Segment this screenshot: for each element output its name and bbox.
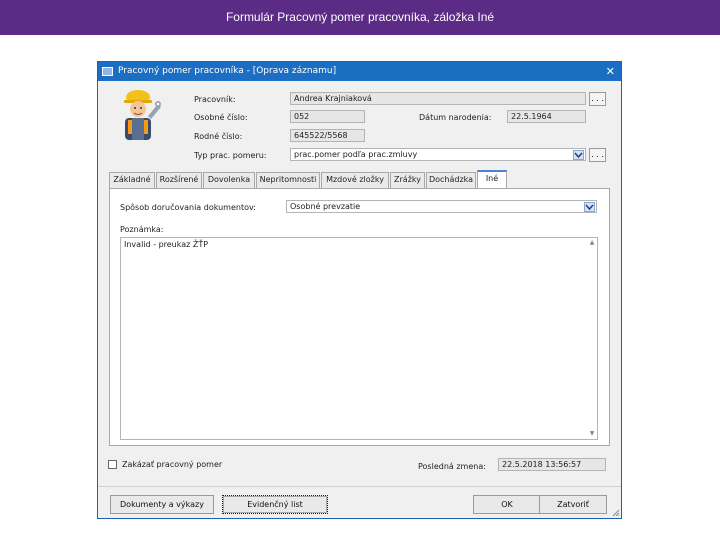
window-titlebar[interactable]: Pracovný pomer pracovníka - [Oprava zázn… bbox=[98, 62, 621, 81]
poznamka-textarea[interactable]: Invalid - preukaz ŽŤP ▲ ▼ bbox=[120, 237, 598, 440]
close-icon[interactable]: ✕ bbox=[606, 62, 615, 81]
tab-nepritomnosti[interactable]: Nepritomnosti bbox=[256, 172, 320, 188]
poznamka-label: Poznámka: bbox=[120, 225, 164, 234]
window-app-icon bbox=[102, 67, 113, 76]
scroll-down-icon[interactable]: ▼ bbox=[588, 430, 596, 438]
tab-dovolenka[interactable]: Dovolenka bbox=[203, 172, 255, 188]
osobne-cislo-label: Osobné číslo: bbox=[194, 113, 248, 122]
zatvorit-button[interactable]: Zatvoriť bbox=[539, 495, 607, 514]
sposob-dorucovania-value: Osobné prevzatie bbox=[290, 202, 361, 211]
posledna-zmena-label: Posledná zmena: bbox=[418, 462, 486, 471]
tab-rozsirene[interactable]: Rozšírené bbox=[156, 172, 202, 188]
evidencny-list-button[interactable]: Evidenčný list bbox=[222, 495, 328, 514]
datum-narodenia-field[interactable]: 22.5.1964 bbox=[507, 110, 586, 123]
worker-icon bbox=[124, 90, 161, 140]
posledna-zmena-field: 22.5.2018 13:56:57 bbox=[498, 458, 606, 471]
dropdown-arrow-icon[interactable] bbox=[573, 150, 584, 160]
tab-ine[interactable]: Iné bbox=[477, 170, 507, 188]
typ-prac-pomeru-dropdown[interactable]: prac.pomer podľa prac.zmluvy bbox=[290, 148, 586, 161]
zakazat-label: Zakázať pracovný pomer bbox=[122, 460, 223, 469]
pracovnik-label: Pracovník: bbox=[194, 95, 236, 104]
typ-prac-pomeru-browse-button[interactable]: . . . bbox=[589, 148, 606, 162]
osobne-cislo-field[interactable]: 052 bbox=[290, 110, 365, 123]
pracovnik-field[interactable]: Andrea Krajniaková bbox=[290, 92, 586, 105]
pracovnik-browse-button[interactable]: . . . bbox=[589, 92, 606, 106]
scroll-up-icon[interactable]: ▲ bbox=[588, 239, 596, 247]
window-title: Pracovný pomer pracovníka - [Oprava zázn… bbox=[118, 66, 337, 76]
tab-zakladne[interactable]: Základné bbox=[109, 172, 155, 188]
tab-zrazky[interactable]: Zrážky bbox=[390, 172, 425, 188]
dialog-window: Pracovný pomer pracovníka - [Oprava zázn… bbox=[97, 61, 622, 519]
tab-panel-ine: Spôsob doručovania dokumentov: Osobné pr… bbox=[109, 188, 610, 446]
poznamka-text: Invalid - preukaz ŽŤP bbox=[124, 240, 209, 249]
datum-narodenia-label: Dátum narodenia: bbox=[419, 113, 492, 122]
rodne-cislo-label: Rodné číslo: bbox=[194, 132, 243, 141]
button-bar: Dokumenty a výkazy Evidenčný list OK Zat… bbox=[98, 486, 621, 518]
ok-button[interactable]: OK bbox=[473, 495, 541, 514]
sposob-dorucovania-label: Spôsob doručovania dokumentov: bbox=[120, 203, 256, 212]
sposob-dorucovania-dropdown[interactable]: Osobné prevzatie bbox=[286, 200, 597, 213]
poznamka-scrollbar[interactable]: ▲ ▼ bbox=[588, 239, 596, 438]
slide-title: Formulár Pracovný pomer pracovníka, zálo… bbox=[0, 0, 720, 35]
tab-dochadzka[interactable]: Dochádzka bbox=[426, 172, 476, 188]
zakazat-checkbox[interactable] bbox=[108, 460, 117, 469]
typ-prac-pomeru-label: Typ prac. pomeru: bbox=[194, 151, 267, 160]
dokumenty-a-vykazy-button[interactable]: Dokumenty a výkazy bbox=[110, 495, 214, 514]
dropdown-arrow-icon[interactable] bbox=[584, 202, 595, 212]
typ-prac-pomeru-value: prac.pomer podľa prac.zmluvy bbox=[294, 150, 418, 159]
resize-grip-icon[interactable] bbox=[612, 509, 620, 517]
rodne-cislo-field[interactable]: 645522/5568 bbox=[290, 129, 365, 142]
tab-mzdove-zlozky[interactable]: Mzdové zložky bbox=[321, 172, 389, 188]
